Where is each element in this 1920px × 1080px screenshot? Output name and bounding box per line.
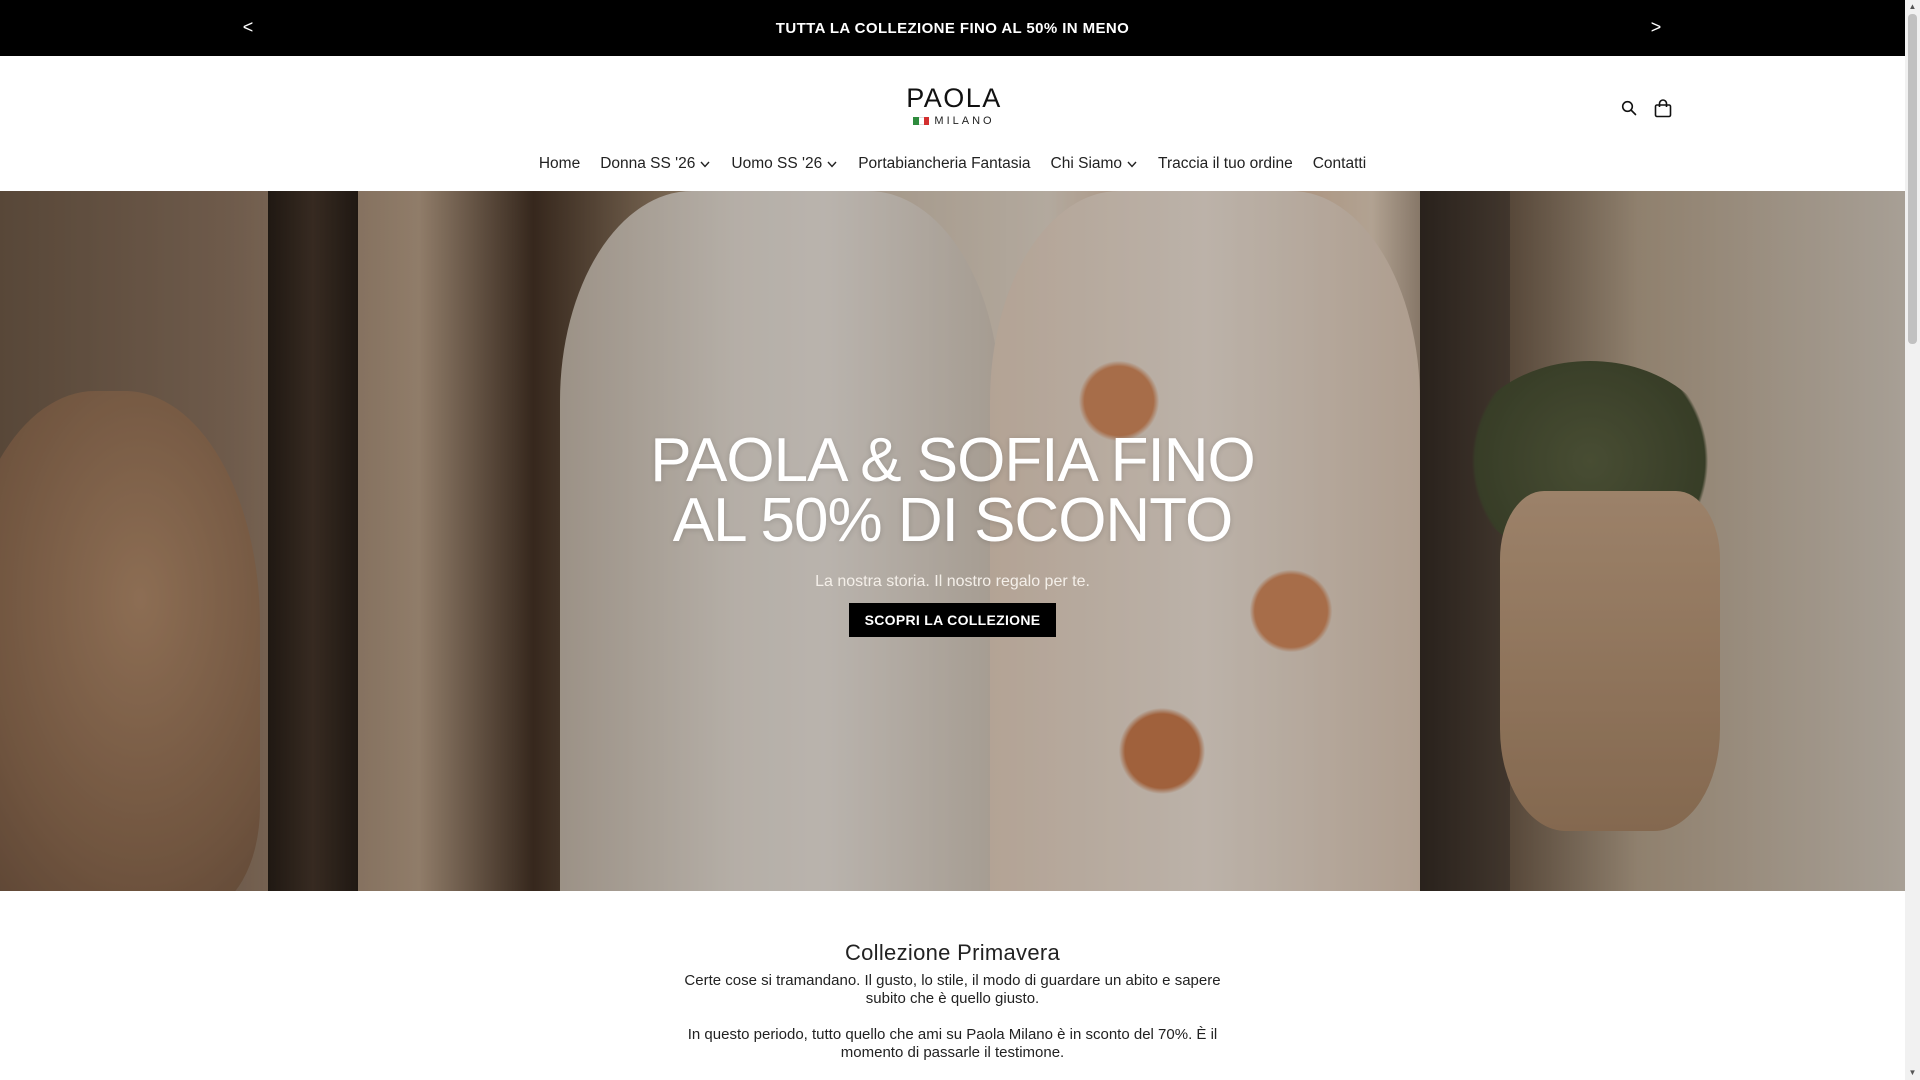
italian-flag-icon (913, 117, 930, 125)
collection-paragraph-1: Certe cose si tramandano. Il gusto, lo s… (684, 972, 1221, 1007)
search-icon[interactable] (1618, 96, 1640, 120)
nav-chi-siamo[interactable]: Chi Siamo (1051, 155, 1139, 173)
nav-label: Donna SS '26 (600, 155, 696, 172)
logo[interactable]: PAOLA MILANO (904, 84, 1004, 127)
chevron-down-icon (1127, 161, 1137, 168)
nav-contatti[interactable]: Contatti (1313, 155, 1366, 173)
logo-sub-text: MILANO (934, 115, 995, 127)
nav-label: Uomo SS '26 (731, 155, 823, 172)
nav-label: Chi Siamo (1050, 155, 1123, 172)
nav-label: Home (538, 155, 581, 172)
collection-intro: Collezione Primavera Certe cose si trama… (0, 940, 1905, 1062)
hero-title: PAOLA & SOFIA FINO AL 50% DI SCONTO (0, 426, 1905, 555)
hero-banner: PAOLA & SOFIA FINO AL 50% DI SCONTO La n… (0, 191, 1905, 891)
nav-label: Portabiancheria Fantasia (858, 155, 1031, 172)
chevron-down-icon (827, 161, 837, 168)
nav-traccia-ordine[interactable]: Traccia il tuo ordine (1158, 155, 1293, 173)
cart-icon[interactable] (1652, 96, 1674, 120)
main-nav: Home Donna SS '26 Uomo SS '26 Portabianc… (0, 155, 1905, 173)
header-icons (1618, 96, 1674, 120)
announcement-text: TUTTA LA COLLEZIONE FINO AL 50% IN MENO (775, 19, 1130, 37)
logo-sub: MILANO (904, 115, 1004, 127)
hero-title-line2: AL 50% DI SCONTO (672, 486, 1233, 555)
scroll-up-arrow-icon[interactable]: ▲ (1908, 2, 1917, 11)
nav-portabiancheria[interactable]: Portabiancheria Fantasia (858, 155, 1030, 173)
nav-home[interactable]: Home (539, 155, 580, 173)
site-header: PAOLA MILANO Home Donna SS '26 Uomo SS '… (0, 56, 1905, 191)
collection-paragraph-2: In questo periodo, tutto quello che ami … (687, 1026, 1218, 1061)
page-scrollbar[interactable]: ▲ ▼ (1905, 0, 1920, 1080)
hero-subtitle: La nostra storia. Il nostro regalo per t… (815, 573, 1090, 590)
nav-label: Contatti (1312, 155, 1367, 172)
scroll-down-arrow-icon[interactable]: ▼ (1908, 1068, 1917, 1077)
announcement-prev-button[interactable]: < (236, 14, 260, 40)
logo-main-text: PAOLA (906, 83, 1002, 113)
chevron-down-icon (700, 161, 710, 168)
collection-title: Collezione Primavera (844, 940, 1061, 965)
hero-title-line1: PAOLA & SOFIA FINO (650, 426, 1255, 495)
announcement-next-button[interactable]: > (1644, 14, 1668, 40)
nav-donna[interactable]: Donna SS '26 (600, 155, 711, 173)
scrollbar-thumb[interactable] (1908, 14, 1917, 344)
announcement-bar: < TUTTA LA COLLEZIONE FINO AL 50% IN MEN… (0, 0, 1905, 56)
nav-label: Traccia il tuo ordine (1158, 155, 1293, 172)
discover-collection-button[interactable]: SCOPRI LA COLLEZIONE (848, 603, 1057, 637)
hero-content: PAOLA & SOFIA FINO AL 50% DI SCONTO La n… (0, 426, 1905, 637)
nav-uomo[interactable]: Uomo SS '26 (731, 155, 838, 173)
